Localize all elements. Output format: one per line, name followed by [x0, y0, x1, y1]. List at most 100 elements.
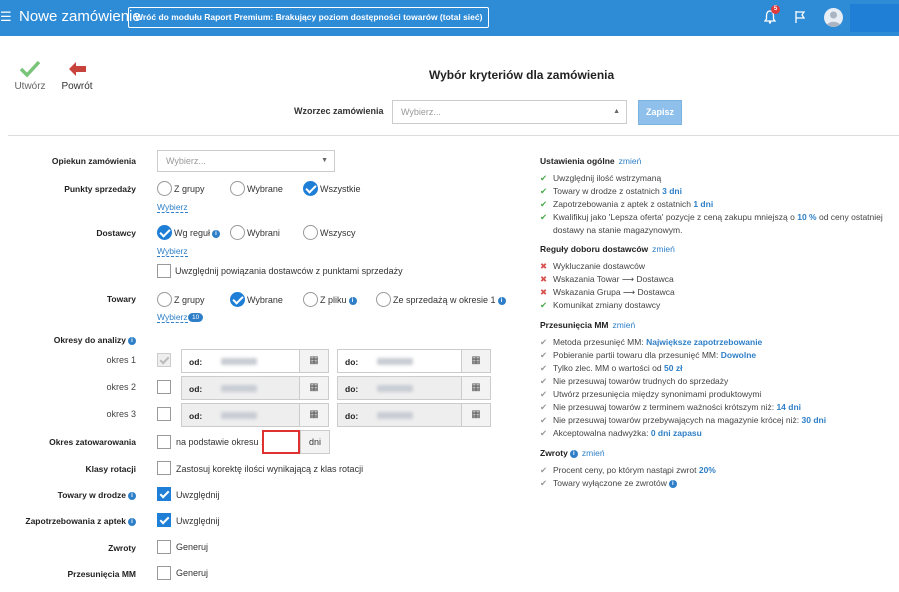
check-icon: ✔ — [540, 186, 548, 196]
page-title: Wybór kryteriów dla zamówienia — [429, 68, 615, 82]
save-button[interactable]: Zapisz — [638, 100, 682, 125]
goods-radio-sales[interactable] — [376, 292, 391, 307]
check-icon: ✔ — [540, 376, 548, 386]
back-to-report-button[interactable]: Wróć do modułu Raport Premium: Brakujący… — [128, 7, 490, 28]
info-icon[interactable]: i — [668, 479, 677, 488]
change-rules-link[interactable]: zmień — [652, 244, 675, 254]
periods-label: Okresy do analizy i — [0, 335, 136, 345]
suppliers-option-all: Wszyscy — [320, 228, 356, 238]
template-select[interactable]: Wybierz... ▲ — [392, 100, 627, 124]
check-icon: ✔ — [540, 415, 548, 425]
back-button[interactable]: Powrót — [57, 60, 97, 92]
mm-item: ✔ Nie przesuwaj towarów trudnych do sprze… — [540, 376, 729, 386]
period-2-checkbox[interactable] — [157, 380, 171, 394]
mm-item: ✔ Tylko zlec. MM o wartości od 50 zł — [540, 363, 683, 373]
returns-text: Generuj — [176, 542, 209, 552]
mm-item: ✔ Pobieranie partii towaru dla przesunięć… — [540, 350, 757, 360]
rule-item: ✖ Wykluczanie dostawców — [540, 261, 646, 271]
info-icon[interactable]: i — [212, 229, 221, 238]
points-option-group: Z grupy — [174, 184, 205, 194]
suppliers-option-rules: Wg reguł i — [174, 228, 221, 238]
returns-label: Zwroty — [108, 543, 136, 553]
create-button[interactable]: Utwórz — [10, 60, 50, 92]
goods-radio-file[interactable] — [303, 292, 318, 307]
check-icon: ✔ — [540, 173, 548, 183]
change-returns-link[interactable]: zmień — [582, 448, 605, 458]
stock-checkbox[interactable] — [157, 435, 171, 449]
create-label: Utwórz — [14, 81, 46, 92]
points-label: Punkty sprzedaży — [64, 184, 136, 194]
returns-checkbox[interactable] — [157, 540, 171, 554]
period-1-label: okres 1 — [106, 355, 136, 365]
suppliers-radio-rules[interactable] — [157, 225, 172, 240]
suppliers-radio-all[interactable] — [303, 225, 318, 240]
check-icon: ✔ — [540, 300, 548, 310]
returns-settings-title: Zwroty i zmień — [540, 448, 605, 458]
points-radio-all[interactable] — [303, 181, 318, 196]
calendar-icon[interactable]: ▦ — [299, 349, 329, 373]
rules-title: Reguły doboru dostawców zmień — [540, 244, 675, 254]
caret-down-icon: ▼ — [321, 157, 328, 164]
stock-days-input[interactable] — [262, 430, 300, 454]
check-icon: ✔ — [540, 337, 548, 347]
suppliers-radio-selected[interactable] — [230, 225, 245, 240]
rule-item: ✔ Komunikat zmiany dostawcy — [540, 300, 661, 310]
info-icon[interactable]: i — [128, 517, 136, 526]
rotation-checkbox[interactable] — [157, 461, 171, 475]
check-icon: ✔ — [540, 212, 548, 222]
in-transit-checkbox[interactable] — [157, 487, 171, 501]
points-radio-group[interactable] — [157, 181, 172, 196]
period-3-to-field: do: ▦ — [337, 403, 491, 427]
info-icon[interactable]: i — [128, 336, 136, 345]
period-2-from-field: od: ▦ — [181, 376, 329, 400]
avatar[interactable] — [824, 8, 843, 27]
general-item: ✔ Uwzględnij ilość wstrzymaną — [540, 173, 662, 183]
rotation-text: Zastosuj korektę ilości wynikającą z kla… — [176, 464, 364, 474]
change-mm-link[interactable]: zmień — [613, 320, 636, 330]
period-3-label: okres 3 — [106, 409, 136, 419]
goods-option-sales: Ze sprzedażą w okresie 1i — [393, 295, 506, 305]
general-item: ✔ Towary w drodze z ostatnich 3 dni — [540, 186, 682, 196]
check-icon: ✔ — [540, 428, 548, 438]
supplier-links-checkbox[interactable] — [157, 264, 171, 278]
suppliers-label: Dostawcy — [96, 228, 136, 238]
goods-option-selected: Wybrane — [247, 295, 283, 305]
calendar-icon[interactable]: ▦ — [461, 349, 491, 373]
suppliers-option-selected: Wybrani — [247, 228, 280, 238]
guardian-label: Opiekun zamówienia — [51, 156, 136, 166]
mm-checkbox[interactable] — [157, 566, 171, 580]
goods-choose-link[interactable]: Wybierz — [157, 312, 188, 323]
points-option-selected: Wybrane — [247, 184, 283, 194]
menu-icon[interactable]: ☰ — [0, 9, 12, 25]
general-item-cont: dostawy na stanie magazynowym. — [553, 225, 683, 235]
change-general-link[interactable]: zmień — [619, 156, 642, 166]
suppliers-choose-link[interactable]: Wybierz — [157, 246, 188, 257]
notification-badge: 5 — [771, 5, 780, 14]
calendar-icon: ▦ — [299, 403, 329, 427]
stock-label: Okres zatowarowania — [49, 437, 136, 447]
points-radio-selected[interactable] — [230, 181, 245, 196]
flag-icon[interactable] — [794, 10, 806, 24]
mm-label: Przesunięcia MM — [67, 569, 137, 579]
points-choose-link[interactable]: Wybierz — [157, 202, 188, 213]
info-icon[interactable]: i — [497, 296, 506, 305]
period-1-to-field[interactable]: do: ▦ — [337, 349, 491, 373]
info-icon[interactable]: i — [569, 449, 578, 458]
user-menu-area[interactable] — [850, 4, 899, 32]
guardian-select[interactable]: Wybierz... ▼ — [157, 150, 335, 172]
pharmacy-label: Zapotrzebowania z aptek i — [0, 516, 136, 526]
calendar-icon: ▦ — [461, 376, 491, 400]
info-icon[interactable]: i — [348, 296, 357, 305]
goods-radio-selected[interactable] — [230, 292, 245, 307]
template-label: Wzorzec zamówienia — [294, 106, 384, 116]
info-icon[interactable]: i — [128, 491, 136, 500]
rule-item: ✖ Wskazania Grupa ⟶ Dostawca — [540, 287, 675, 297]
period-3-checkbox[interactable] — [157, 407, 171, 421]
goods-radio-group[interactable] — [157, 292, 172, 307]
pharmacy-checkbox[interactable] — [157, 513, 171, 527]
period-2-label: okres 2 — [106, 382, 136, 392]
goods-count-badge: 10 — [186, 312, 204, 323]
back-label: Powrót — [61, 81, 93, 92]
period-1-from-field[interactable]: od: ▦ — [181, 349, 329, 373]
check-icon: ✔ — [540, 199, 548, 209]
